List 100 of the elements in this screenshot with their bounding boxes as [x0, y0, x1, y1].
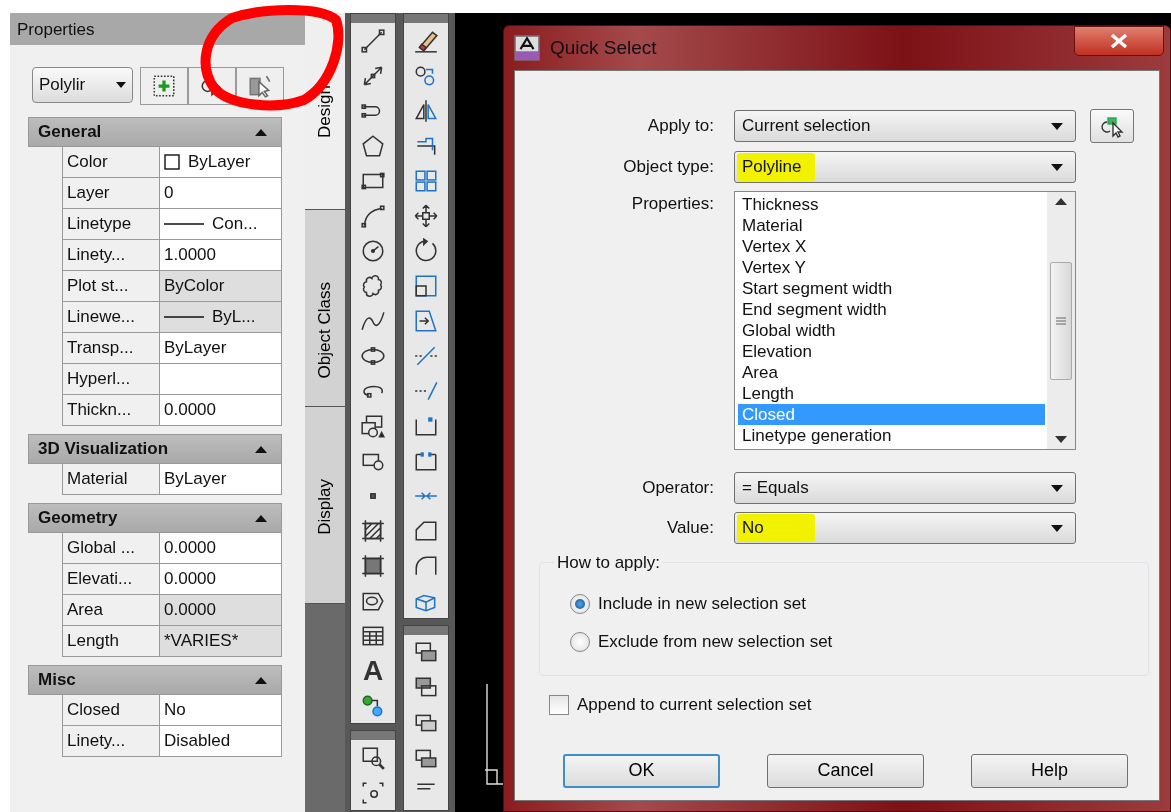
radio-label[interactable]: Exclude from new selection set [598, 629, 833, 655]
property-value[interactable]: ByLayer [160, 464, 282, 495]
list-item[interactable]: Start segment width [738, 278, 1045, 299]
hatch-icon[interactable] [360, 517, 386, 544]
insert-block-icon[interactable] [360, 412, 386, 439]
mirror-icon[interactable] [413, 97, 439, 124]
list-item[interactable]: Global width [738, 320, 1045, 341]
toolbar-grip[interactable] [404, 626, 448, 635]
add-to-selection-button[interactable] [140, 67, 188, 105]
scrollbar-thumb[interactable] [1050, 261, 1072, 380]
field-label: Operator: [641, 477, 714, 500]
property-label: Length [62, 626, 160, 657]
dialog-button[interactable]: OK [563, 753, 720, 788]
field-label: Properties: [630, 193, 714, 215]
property-value[interactable]: ByL... [160, 302, 282, 333]
property-value[interactable] [160, 364, 282, 395]
zoom-window-icon[interactable] [360, 744, 386, 771]
object-type-dropdown[interactable]: Polylir [32, 67, 133, 103]
list-item[interactable]: Linetype generation [738, 425, 1045, 446]
apply-to-dropdown[interactable]: Current selection [734, 110, 1076, 142]
list-item[interactable]: Material [738, 215, 1045, 236]
property-value[interactable]: ByLayer [160, 147, 282, 178]
line-icon[interactable] [360, 27, 386, 54]
scale-icon[interactable] [413, 272, 439, 299]
property-value[interactable]: Con... [160, 209, 282, 240]
property-label: Linety... [62, 240, 160, 271]
property-label: Layer [62, 178, 160, 209]
field-label: Object type: [622, 156, 714, 179]
close-icon [1109, 33, 1129, 49]
side-tab[interactable]: Display [305, 407, 345, 604]
list-item[interactable]: Area [738, 362, 1045, 383]
array-icon[interactable] [413, 167, 439, 194]
list-item[interactable]: Vertex X [738, 236, 1045, 257]
property-value[interactable]: 0.0000 [160, 395, 282, 426]
property-label: Linewe... [62, 302, 160, 333]
list-item[interactable]: Length [738, 383, 1045, 404]
property-value[interactable]: ByLayer [160, 333, 282, 364]
property-label: Plot st... [62, 271, 160, 302]
arc-icon[interactable] [360, 202, 386, 229]
text-tool-icon[interactable]: A [362, 656, 384, 685]
property-value[interactable]: Disabled [160, 726, 282, 757]
radio-button[interactable] [570, 632, 590, 652]
property-value[interactable]: *VARIES* [160, 626, 282, 657]
property-value[interactable]: 0.0000 [160, 595, 282, 626]
dotted-frame-plus-icon [151, 73, 177, 99]
toolbar-grip[interactable] [351, 731, 395, 740]
caret-icon [1051, 163, 1063, 171]
move-icon[interactable] [413, 202, 439, 229]
grip-lines-icon [1056, 316, 1066, 325]
section-header[interactable]: Geometry [28, 503, 282, 533]
radio-label[interactable]: Include in new selection set [598, 591, 806, 617]
radio-button[interactable] [570, 594, 590, 614]
line-sample-icon [164, 315, 204, 319]
select-objects-button[interactable] [1090, 109, 1134, 143]
dialog-button[interactable]: Cancel [767, 753, 924, 788]
dialog-button[interactable]: Help [971, 753, 1128, 788]
toolbar-grip[interactable] [351, 14, 395, 23]
property-label: Elevati... [62, 564, 160, 595]
field-label: Apply to: [646, 115, 714, 138]
property-value[interactable]: 0.0000 [160, 533, 282, 564]
checkbox-label[interactable]: Append to current selection set [577, 692, 812, 718]
operator-dropdown[interactable]: = Equals [734, 472, 1076, 504]
property-value[interactable]: 0 [160, 178, 282, 209]
property-label: Material [62, 464, 160, 495]
caret-icon [1051, 122, 1063, 130]
property-value[interactable]: 1.0000 [160, 240, 282, 271]
property-label: Global ... [62, 533, 160, 564]
rotate-icon[interactable] [413, 237, 439, 264]
object-type-dropdown[interactable]: Polyline [734, 151, 1076, 183]
list-item[interactable]: Thickness [738, 194, 1045, 215]
list-item[interactable]: Elevation [738, 341, 1045, 362]
property-value[interactable]: 0.0000 [160, 564, 282, 595]
list-item[interactable]: Vertex Y [738, 257, 1045, 278]
toolbar-grip[interactable] [404, 14, 448, 23]
scroll-down-icon [1055, 436, 1067, 443]
section-header[interactable]: 3D Visualization [28, 434, 282, 464]
side-tab[interactable]: Object Class [305, 210, 345, 407]
app-icon [514, 35, 540, 61]
gradient-icon[interactable] [360, 552, 386, 579]
caret-icon [1051, 524, 1063, 532]
panel-title: Properties [10, 13, 305, 45]
dialog-title: Quick Select [550, 35, 657, 60]
property-label: Color [62, 147, 160, 178]
scrollbar[interactable] [1047, 192, 1075, 449]
zoom-extents-icon[interactable] [360, 779, 386, 806]
close-button[interactable] [1074, 26, 1164, 56]
cursor-icon [1099, 114, 1125, 138]
property-label: Thickn... [62, 395, 160, 426]
value-dropdown[interactable]: No [734, 512, 1076, 544]
property-label: Area [62, 595, 160, 626]
property-label: Hyperl... [62, 364, 160, 395]
field-label: Value: [666, 517, 714, 540]
stretch-icon[interactable] [413, 307, 439, 334]
section-header[interactable]: Misc [28, 665, 282, 695]
checkbox[interactable] [549, 694, 569, 715]
list-item[interactable]: End segment width [738, 299, 1045, 320]
property-value[interactable]: ByColor [160, 271, 282, 302]
property-value[interactable]: No [160, 695, 282, 726]
property-label: Closed [62, 695, 160, 726]
section-header[interactable]: General [28, 117, 282, 147]
